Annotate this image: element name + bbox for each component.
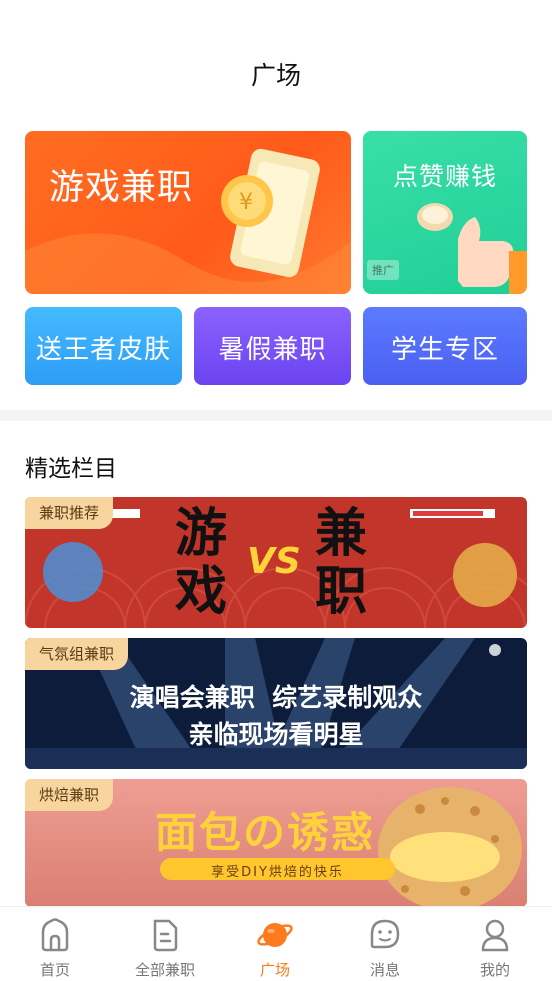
tab-label: 消息	[369, 961, 400, 979]
banner-parttime-recommend[interactable]: 游戏 VS 兼职 兼职推荐	[25, 497, 527, 628]
tab-home[interactable]: 首页	[0, 907, 110, 981]
svg-text:¥: ¥	[239, 190, 253, 215]
banner-tag: 兼职推荐	[25, 497, 114, 529]
message-icon	[370, 919, 400, 949]
banner-atmosphere-group[interactable]: 演唱会兼职 综艺录制观众 亲临现场看明星 气氛组兼职	[25, 638, 527, 769]
summer-parttime-label: 暑假兼职	[218, 335, 327, 365]
tab-label: 我的	[479, 961, 510, 979]
banner-tag: 烘焙兼职	[25, 779, 114, 811]
banner-game-right-text: 兼职	[315, 504, 368, 622]
like-earn-label: 点赞赚钱	[392, 162, 497, 191]
planet-icon	[257, 923, 293, 947]
student-zone-card[interactable]: 学生专区	[363, 307, 527, 385]
tab-label: 广场	[259, 961, 290, 979]
banner-concert-line1: 演唱会兼职 综艺录制观众	[129, 683, 423, 712]
student-zone-label: 学生专区	[390, 335, 499, 365]
tab-label: 首页	[39, 961, 70, 979]
phone-coin-illustration-icon: ¥	[25, 148, 351, 294]
banner-baking-parttime[interactable]: 面包の诱惑 享受DIY烘焙的快乐 烘焙兼职	[25, 779, 527, 907]
banner-tag: 气氛组兼职	[25, 638, 129, 670]
banner-concert-line2: 亲临现场看明星	[188, 720, 364, 749]
tab-all-jobs[interactable]: 全部兼职	[110, 907, 220, 981]
game-parttime-card[interactable]: ¥ 游戏兼职	[25, 131, 351, 294]
home-icon	[41, 918, 69, 952]
document-icon	[153, 919, 178, 952]
banner-game-vs-text: VS	[247, 541, 301, 582]
tab-messages[interactable]: 消息	[330, 907, 440, 981]
king-skin-label: 送王者皮肤	[35, 335, 171, 365]
banner-bake-headline: 面包の诱惑	[155, 808, 376, 857]
king-skin-card[interactable]: 送王者皮肤	[25, 307, 182, 385]
tab-profile[interactable]: 我的	[440, 907, 550, 981]
banner-bake-subline: 享受DIY烘焙的快乐	[211, 865, 344, 880]
section-title: 精选栏目	[25, 456, 117, 482]
profile-icon	[481, 919, 509, 952]
promo-tag: 推广	[367, 260, 399, 280]
tab-label: 全部兼职	[134, 961, 195, 979]
like-earn-card[interactable]: 点赞赚钱 推广	[363, 131, 527, 294]
tab-square[interactable]: 广场	[220, 907, 330, 981]
section-divider	[0, 410, 552, 421]
bottom-tabbar: 首页 全部兼职 广场 消息 我的	[0, 906, 552, 981]
banner-game-left-text: 游戏	[175, 504, 228, 622]
summer-parttime-card[interactable]: 暑假兼职	[194, 307, 351, 385]
game-parttime-label: 游戏兼职	[49, 168, 194, 208]
page-title: 广场	[250, 61, 301, 90]
